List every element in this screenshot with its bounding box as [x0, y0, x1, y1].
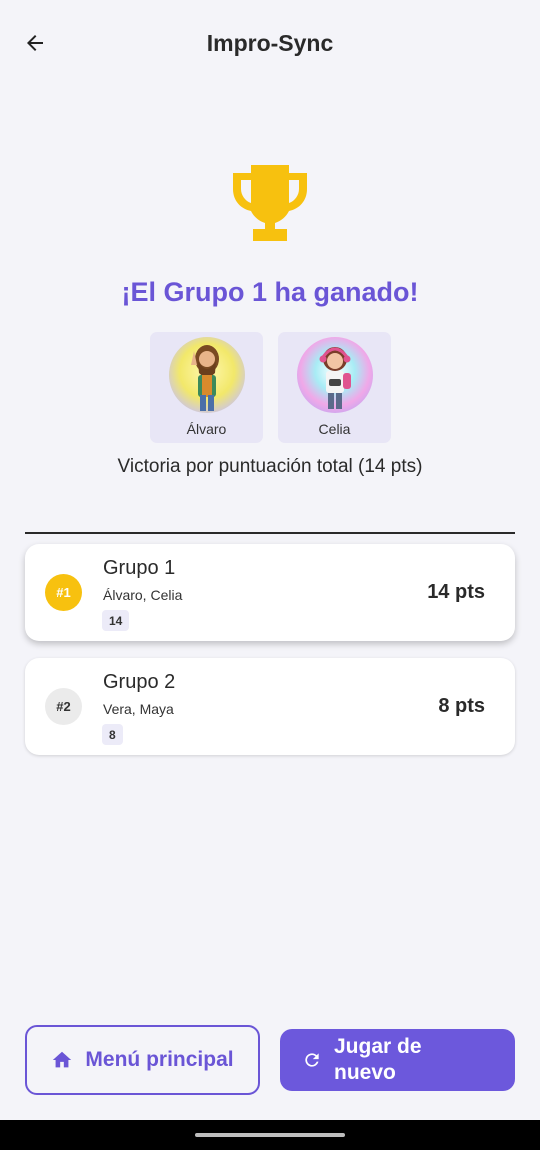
group-points: 14 pts [427, 581, 485, 603]
play-again-button[interactable]: Jugar de nuevo [280, 1029, 515, 1091]
score-chip: 14 [102, 610, 130, 631]
rank-badge: #1 [45, 574, 82, 611]
winner-name: Álvaro [186, 421, 227, 437]
trophy-icon [233, 165, 307, 241]
group-members: Vera, Maya [103, 701, 174, 717]
system-navigation-bar [0, 1120, 540, 1150]
group-members: Álvaro, Celia [103, 587, 183, 603]
group-name: Grupo 1 [103, 557, 176, 579]
main-menu-label: Menú principal [85, 1048, 234, 1071]
group-card[interactable]: #1 Grupo 1 Álvaro, Celia 14 14 pts [25, 544, 515, 641]
refresh-icon [305, 1053, 319, 1067]
main-menu-button[interactable]: Menú principal [25, 1025, 260, 1095]
app-bar: Impro-Sync [0, 0, 540, 88]
divider [25, 532, 515, 534]
winner-name: Celia [318, 421, 351, 437]
rank-badge: #2 [45, 688, 82, 725]
winner-title: ¡El Grupo 1 ha ganado! [121, 277, 419, 307]
group-points: 8 pts [438, 695, 485, 717]
page-title: Impro-Sync [206, 30, 334, 56]
home-icon [53, 1051, 72, 1068]
victory-reason: Victoria por puntuación total (14 pts) [117, 456, 423, 477]
home-gesture-handle[interactable] [195, 1133, 345, 1137]
winner-avatars: Álvaro Celia [150, 332, 391, 443]
group-card[interactable]: #2 Grupo 2 Vera, Maya 8 8 pts [25, 658, 515, 755]
girl-gamer-avatar [296, 337, 373, 413]
winner-card: Celia [278, 332, 391, 443]
group-name: Grupo 2 [103, 671, 176, 693]
score-chip: 8 [102, 724, 123, 745]
play-again-label: Jugar de nuevo [334, 1035, 422, 1084]
winner-card: Álvaro [150, 332, 263, 443]
bearded-man-avatar [168, 337, 245, 413]
